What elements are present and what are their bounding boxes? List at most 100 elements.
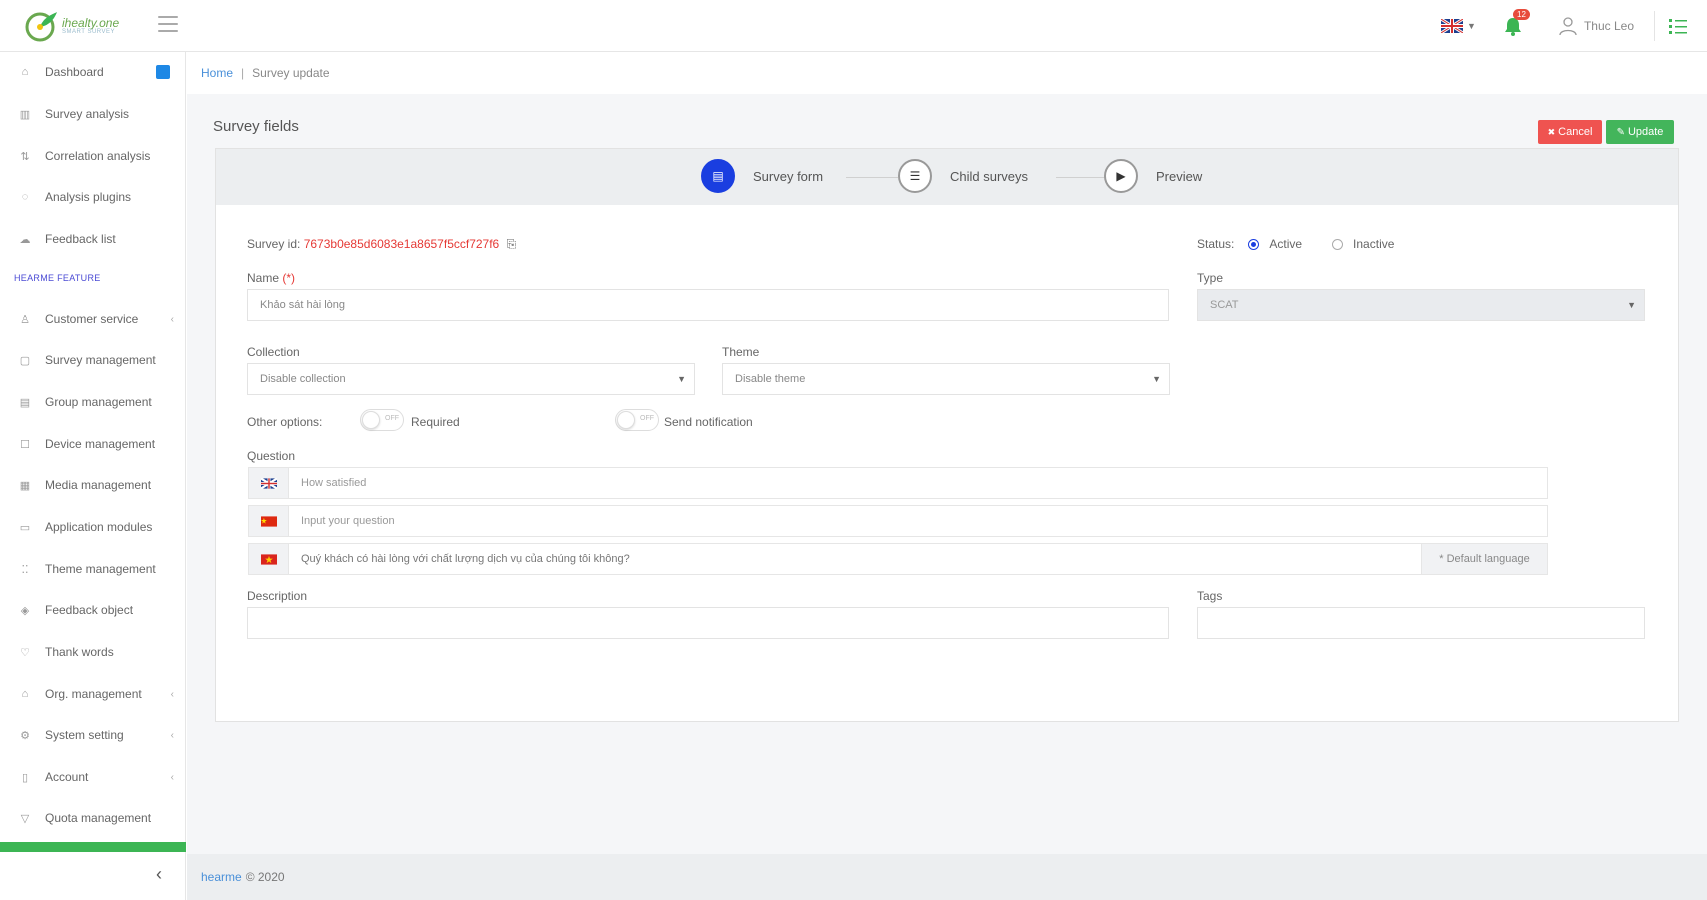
sidebar-item-device-management[interactable]: ☐ Device management <box>0 429 186 459</box>
cancel-button[interactable]: ✖ Cancel <box>1538 120 1602 144</box>
copy-icon[interactable]: ⎘ <box>507 237 517 251</box>
sidebar-item-account[interactable]: ▯ Account ‹ <box>0 762 186 792</box>
survey-icon: ▢ <box>19 354 31 367</box>
required-toggle[interactable]: OFF <box>360 409 404 431</box>
collapse-sidebar-icon[interactable]: ‹ <box>156 864 162 885</box>
sidebar-section-title: HEARME FEATURE <box>14 273 101 283</box>
survey-id-value: 7673b0e85d6083e1a8657f5ccf727f6 <box>303 237 500 251</box>
media-icon: ▦ <box>19 479 31 492</box>
sidebar-item-theme-management[interactable]: ⁚⁚ Theme management <box>0 554 186 584</box>
question-input-en[interactable]: How satisfied <box>289 477 1547 489</box>
name-label-row: Name (*) <box>247 271 295 285</box>
feedback-icon: ☁ <box>19 233 31 246</box>
sidebar-item-label: Quota management <box>45 811 152 825</box>
vietnam-flag-icon <box>249 544 289 574</box>
type-label: Type <box>1197 271 1224 285</box>
step-child-surveys[interactable]: ☰ Child surveys <box>898 159 1028 193</box>
sidebar-item-label: Group management <box>45 395 152 409</box>
theme-select[interactable]: Disable theme ▼ <box>722 363 1170 395</box>
toggle-knob <box>617 411 635 429</box>
chevron-down-icon: ▼ <box>1152 374 1161 384</box>
sidebar-item-label: Feedback list <box>45 232 116 246</box>
list-icon: ☰ <box>898 159 932 193</box>
sidebar-item-org-management[interactable]: ⌂ Org. management ‹ <box>0 679 186 709</box>
customer-icon: ♙ <box>20 313 30 326</box>
sidebar-item-feedback-object[interactable]: ◈ Feedback object <box>0 595 186 625</box>
quota-icon: ▽ <box>20 812 30 825</box>
sidebar-item-correlation-analysis[interactable]: ⇅ Correlation analysis <box>0 141 186 171</box>
status-active-radio[interactable]: Active <box>1248 237 1302 251</box>
sidebar-item-thank-words[interactable]: ♡ Thank words <box>0 637 186 667</box>
sidebar-item-application-modules[interactable]: ▭ Application modules <box>0 512 186 542</box>
sidebar-item-label: Analysis plugins <box>45 190 132 204</box>
menu-toggle-icon[interactable] <box>158 16 178 34</box>
breadcrumb-home-link[interactable]: Home <box>201 66 233 80</box>
sidebar-item-group-management[interactable]: ▤ Group management <box>0 387 186 417</box>
step-survey-form[interactable]: ▤ Survey form <box>701 159 823 193</box>
update-button[interactable]: ✎ Update <box>1606 120 1674 144</box>
description-input[interactable] <box>247 607 1169 639</box>
send-notification-toggle[interactable]: OFF <box>615 409 659 431</box>
logo-title: ihealty.one <box>62 16 120 30</box>
status-label: Status: <box>1197 237 1235 251</box>
uk-flag-icon[interactable] <box>1441 19 1464 33</box>
top-bar: ihealty.one SMART SURVEY ▼ 12 Thuc Leo <box>0 0 1707 52</box>
dashboard-badge <box>156 65 170 79</box>
required-toggle-label: Required <box>411 415 460 429</box>
survey-form-card: ▤ Survey form ☰ Child surveys ▶ Preview … <box>215 148 1679 722</box>
sidebar-item-analysis-plugins[interactable]: ◌ Analysis plugins <box>0 182 186 212</box>
question-input-cn[interactable]: Input your question <box>289 515 1547 527</box>
app-logo[interactable]: ihealty.one SMART SURVEY <box>24 6 124 46</box>
sidebar-item-system-setting[interactable]: ⚙ System setting ‹ <box>0 720 186 750</box>
object-icon: ◈ <box>20 604 30 617</box>
list-view-icon[interactable] <box>1667 17 1689 35</box>
tags-input[interactable] <box>1197 607 1645 639</box>
step-label: Survey form <box>753 168 824 184</box>
name-input[interactable]: Khảo sát hài lòng <box>247 289 1169 321</box>
sidebar-item-media-management[interactable]: ▦ Media management <box>0 470 186 500</box>
status-inactive-radio[interactable]: Inactive <box>1332 237 1394 251</box>
sidebar-item-feedback-list[interactable]: ☁ Feedback list <box>0 224 186 254</box>
tags-label: Tags <box>1197 589 1223 603</box>
main-content: Home | Survey update Survey fields ✖ Can… <box>187 52 1707 854</box>
chevron-left-icon: ‹ <box>170 771 174 783</box>
correlation-icon: ⇅ <box>20 150 30 163</box>
sidebar-item-survey-analysis[interactable]: ▥ Survey analysis <box>0 99 186 129</box>
sidebar: ⌂ Dashboard ▥ Survey analysis ⇅ Correlat… <box>0 52 186 900</box>
home-icon: ⌂ <box>21 66 29 78</box>
update-button-label: Update <box>1627 126 1664 138</box>
collection-select[interactable]: Disable collection ▼ <box>247 363 695 395</box>
step-label: Preview <box>1156 168 1203 184</box>
breadcrumb: Home | Survey update <box>187 52 1707 94</box>
radio-label: Inactive <box>1353 237 1395 251</box>
user-name: Thuc Leo <box>1583 19 1634 33</box>
default-language-badge: * Default language <box>1421 544 1547 574</box>
chevron-left-icon: ‹ <box>170 729 174 741</box>
chevron-left-icon: ‹ <box>170 313 174 325</box>
breadcrumb-current: Survey update <box>252 66 330 80</box>
sidebar-item-survey-management[interactable]: ▢ Survey management <box>0 345 186 375</box>
step-preview[interactable]: ▶ Preview <box>1104 159 1202 193</box>
sidebar-item-customer-service[interactable]: ♙ Customer service ‹ <box>0 304 186 334</box>
edit-icon: ✎ <box>1616 126 1625 138</box>
group-icon: ▤ <box>19 396 31 409</box>
type-select[interactable]: SCAT ▼ <box>1197 289 1645 321</box>
language-caret-icon[interactable]: ▼ <box>1467 21 1476 31</box>
sidebar-item-quota-management[interactable]: ▽ Quota management <box>0 803 186 833</box>
footer-link[interactable]: hearme <box>201 870 242 884</box>
logo-subtitle: SMART SURVEY <box>62 29 116 35</box>
radio-checked-icon <box>1248 238 1260 250</box>
step-connector <box>1056 177 1108 178</box>
question-input-vn[interactable]: Quý khách có hài lòng với chất lượng dịc… <box>289 553 1421 565</box>
radio-label: Active <box>1269 237 1303 251</box>
user-icon <box>1559 17 1577 36</box>
chevron-down-icon: ▼ <box>677 374 686 384</box>
heart-icon: ♡ <box>20 646 30 659</box>
breadcrumb-separator: | <box>241 66 245 80</box>
question-row-vn: Quý khách có hài lòng với chất lượng dịc… <box>248 543 1548 575</box>
user-menu[interactable]: Thuc Leo <box>1558 16 1634 36</box>
notification-button[interactable]: 12 <box>1502 9 1530 37</box>
wizard-steps: ▤ Survey form ☰ Child surveys ▶ Preview <box>216 149 1678 205</box>
account-icon: ▯ <box>21 771 29 784</box>
theme-icon: ⁚⁚ <box>21 563 29 576</box>
